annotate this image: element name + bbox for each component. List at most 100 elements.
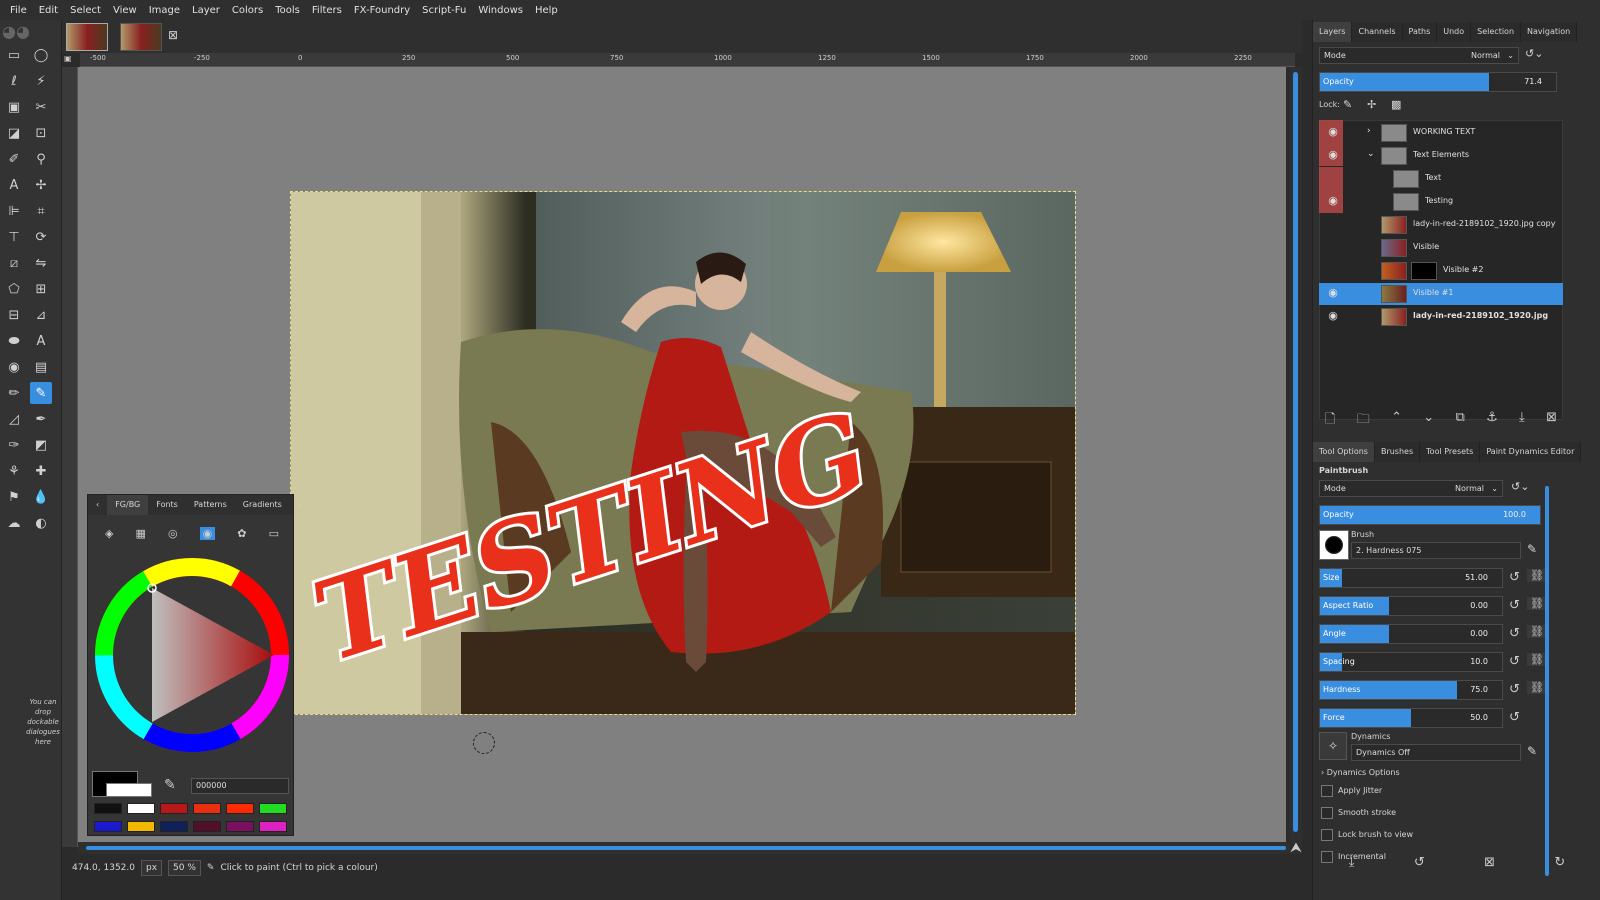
reset-slider-icon[interactable]: ↺ xyxy=(1509,626,1520,641)
tab-navigation[interactable]: Navigation xyxy=(1521,22,1578,42)
link-to-brush-icon[interactable]: ⛓ xyxy=(1527,625,1547,638)
handle-transform-icon[interactable]: ⊿ xyxy=(30,304,52,326)
layer-row[interactable]: Visible #2 xyxy=(1319,260,1563,282)
close-tab-icon[interactable]: ⊠ xyxy=(168,28,178,42)
new-layer-icon[interactable]: 🗋 xyxy=(1325,410,1335,430)
tab-patterns[interactable]: Patterns xyxy=(186,495,235,515)
angle-slider[interactable]: Angle 0.00 xyxy=(1319,624,1503,644)
bucket-fill-icon[interactable]: ⬬ xyxy=(3,330,25,352)
quick-mask-toggle-icon[interactable]: ▣ xyxy=(64,54,78,66)
delete-layer-icon[interactable]: ⊠ xyxy=(1546,410,1557,430)
layer-name[interactable]: Visible #1 xyxy=(1413,288,1453,297)
image-tab-2[interactable] xyxy=(120,23,162,51)
unified-transform-icon[interactable]: ⊤ xyxy=(3,226,25,248)
color-swatch[interactable] xyxy=(226,821,254,832)
color-swatch[interactable] xyxy=(259,803,287,814)
reset-options-icon[interactable]: ↻ xyxy=(1554,855,1565,879)
link-to-brush-icon[interactable]: ⛓ xyxy=(1527,653,1547,666)
layer-mode-select[interactable]: Mode Normal ⌄ xyxy=(1319,47,1519,64)
restore-options-icon[interactable]: ↺ xyxy=(1414,855,1425,879)
force-slider[interactable]: Force 50.0 xyxy=(1319,708,1503,728)
menu-filters[interactable]: Filters xyxy=(306,5,348,16)
eraser-icon[interactable]: ◿ xyxy=(3,408,25,430)
crop-transform-icon[interactable]: ⊡ xyxy=(30,122,52,144)
cage-icon[interactable]: ⊞ xyxy=(30,278,52,300)
menu-image[interactable]: Image xyxy=(143,5,186,16)
menu-script-fu[interactable]: Script-Fu xyxy=(416,5,472,16)
merge-layer-icon[interactable]: ⤓ xyxy=(1519,410,1525,430)
layer-row[interactable]: Text xyxy=(1319,168,1563,190)
group-expander-icon[interactable]: › xyxy=(1367,126,1371,136)
color-picker-icon[interactable]: ✎ xyxy=(164,777,176,793)
color-swatch[interactable] xyxy=(127,803,155,814)
color-select-icon[interactable]: ▣ xyxy=(3,96,25,118)
visibility-eye-icon[interactable]: ◉ xyxy=(1322,148,1344,164)
visibility-eye-icon[interactable]: ◉ xyxy=(1322,125,1344,141)
layer-row[interactable]: ◉ ⌄ Text Elements xyxy=(1319,145,1563,167)
anchor-layer-icon[interactable]: ⚓ xyxy=(1486,410,1498,430)
tab-brushes[interactable]: Brushes xyxy=(1374,442,1421,462)
menu-windows[interactable]: Windows xyxy=(472,5,529,16)
perspective-clone-icon[interactable]: ⚑ xyxy=(3,486,25,508)
color-swatch[interactable] xyxy=(226,803,254,814)
color-wheel[interactable] xyxy=(94,555,290,755)
visibility-eye-icon[interactable] xyxy=(1322,240,1344,256)
smooth-stroke-checkbox[interactable] xyxy=(1321,807,1333,819)
apply-jitter-checkbox[interactable] xyxy=(1321,785,1333,797)
tab-paths[interactable]: Paths xyxy=(1402,22,1438,42)
dynamics-options-expander[interactable]: › Dynamics Options xyxy=(1321,768,1400,777)
color-swatch[interactable] xyxy=(160,821,188,832)
paintbrush-icon[interactable]: ✎ xyxy=(30,382,52,404)
menu-file[interactable]: File xyxy=(4,5,33,16)
link-to-brush-icon[interactable]: ⛓ xyxy=(1527,681,1547,694)
vertical-ruler[interactable] xyxy=(62,67,78,847)
rotate-icon[interactable]: ⟳ xyxy=(30,226,52,248)
blend-icon[interactable]: ▤ xyxy=(30,356,52,378)
edit-brush-icon[interactable]: ✎ xyxy=(1527,542,1537,556)
navigate-icon[interactable]: ⮝ xyxy=(1290,840,1302,856)
menu-view[interactable]: View xyxy=(107,5,143,16)
tool-options-scrollbar[interactable] xyxy=(1545,486,1549,876)
screen-picker-icon[interactable]: ▭ xyxy=(269,527,279,540)
layer-name[interactable]: WORKING TEXT xyxy=(1413,127,1475,136)
tab-channels[interactable]: Channels xyxy=(1352,22,1403,42)
menu-fx-foundry[interactable]: FX-Foundry xyxy=(348,5,416,16)
tabs-right-icon[interactable]: › xyxy=(290,495,309,515)
layer-opacity-slider[interactable]: Opacity 71.4 xyxy=(1319,72,1557,92)
reset-slider-icon[interactable]: ↺ xyxy=(1509,570,1520,585)
visibility-eye-icon[interactable] xyxy=(1322,171,1344,187)
hardness-slider[interactable]: Hardness 75.0 xyxy=(1319,680,1503,700)
layer-row[interactable]: ◉ Visible #1 xyxy=(1319,283,1563,305)
color-swatch[interactable] xyxy=(160,803,188,814)
color-swatch[interactable] xyxy=(259,821,287,832)
free-select-icon[interactable]: ℓ xyxy=(3,70,25,92)
wheel-selector-icon[interactable]: ◉ xyxy=(199,526,216,540)
lock-alpha-icon[interactable]: ▩ xyxy=(1391,98,1401,111)
save-options-icon[interactable]: ⤓ xyxy=(1349,855,1355,879)
reset-slider-icon[interactable]: ↺ xyxy=(1509,710,1520,725)
dynamics-field[interactable]: Dynamics Off xyxy=(1351,744,1521,761)
color-swatch[interactable] xyxy=(193,803,221,814)
ellipse-select-icon[interactable]: ◯ xyxy=(30,44,52,66)
water-selector-icon[interactable]: ◎ xyxy=(168,527,178,540)
duplicate-layer-icon[interactable]: ⧉ xyxy=(1455,410,1464,430)
horizontal-scrollbar[interactable] xyxy=(78,842,1302,854)
zoom-icon[interactable]: ⚲ xyxy=(30,148,52,170)
visibility-eye-icon[interactable]: ◉ xyxy=(1322,286,1344,302)
blur-icon[interactable]: 💧 xyxy=(30,486,52,508)
perspective-icon[interactable]: ⬠ xyxy=(3,278,25,300)
layer-name[interactable]: Text Elements xyxy=(1413,150,1469,159)
paths-icon[interactable]: A xyxy=(3,174,25,196)
color-swatch[interactable] xyxy=(94,803,122,814)
palette-selector-icon[interactable]: ✿ xyxy=(237,527,246,540)
link-to-brush-icon[interactable]: ⛓ xyxy=(1527,597,1547,610)
scales-selector-icon[interactable]: ▦ xyxy=(136,527,146,540)
image-canvas[interactable]: TESTING xyxy=(290,191,1076,715)
group-expander-icon[interactable]: ⌄ xyxy=(1367,149,1375,159)
size-slider[interactable]: Size 51.00 xyxy=(1319,568,1503,588)
lock-brush-to-view-checkbox[interactable] xyxy=(1321,829,1333,841)
spacing-slider[interactable]: Spacing 10.0 xyxy=(1319,652,1503,672)
layer-name[interactable]: Visible xyxy=(1413,242,1439,251)
image-tab-1[interactable] xyxy=(66,23,108,51)
dynamics-icon[interactable]: ✧ xyxy=(1319,732,1347,760)
